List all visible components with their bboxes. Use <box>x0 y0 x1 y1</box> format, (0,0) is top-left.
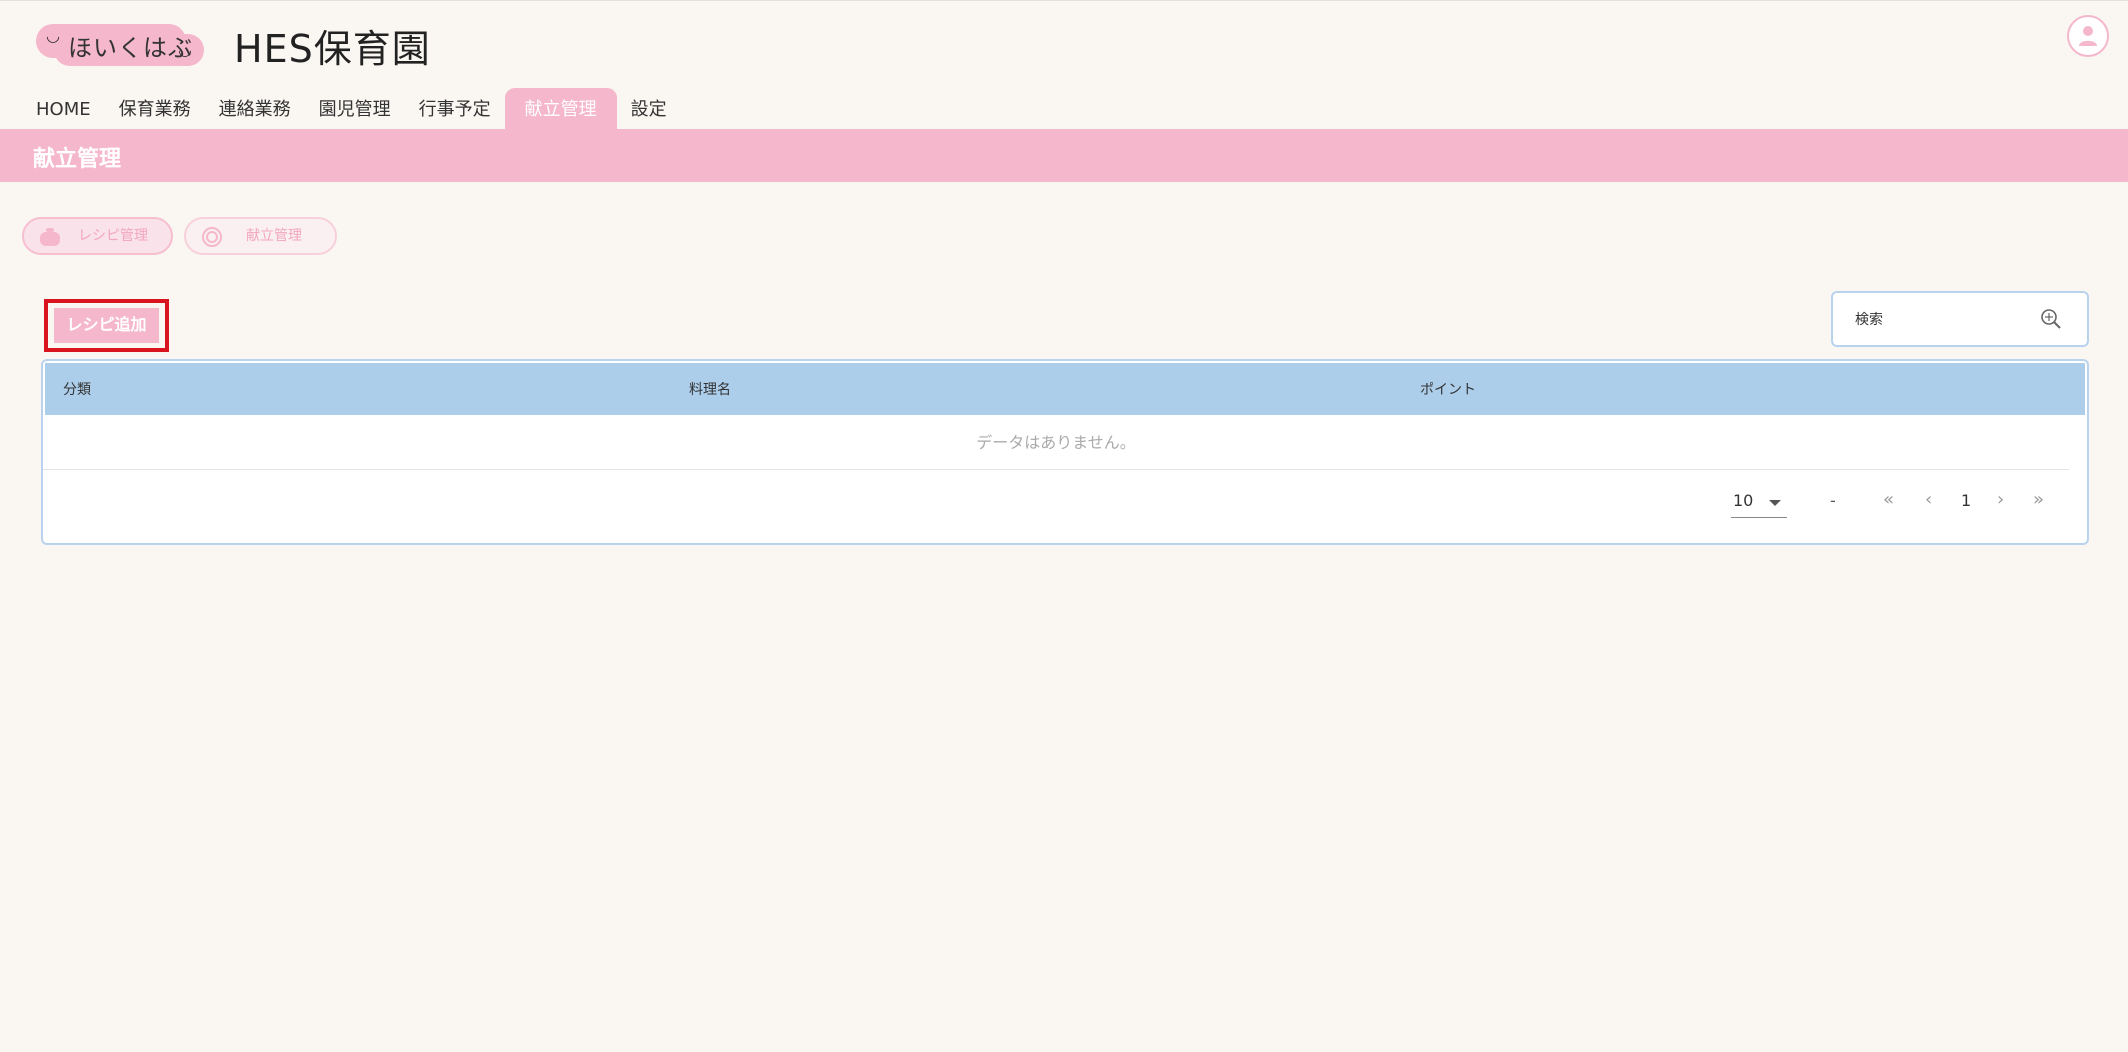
search-box <box>1831 291 2089 347</box>
search-input[interactable] <box>1853 307 2027 333</box>
logo-text: ほいくはぶ <box>68 34 193 62</box>
rows-per-page-value: 10 <box>1733 491 1754 510</box>
first-page-icon[interactable]: « <box>1883 489 1894 510</box>
page-range: - <box>1830 491 1836 510</box>
user-icon <box>2079 26 2097 46</box>
nav-item-children[interactable]: 園児管理 <box>305 88 405 130</box>
column-header-category[interactable]: 分類 <box>63 379 91 399</box>
current-page[interactable]: 1 <box>1961 491 1971 510</box>
search-icon[interactable] <box>2039 307 2063 331</box>
pot-icon <box>40 228 60 246</box>
next-page-icon[interactable]: › <box>1997 489 2004 510</box>
logo-smile-icon: ◡ <box>46 26 60 45</box>
nav-item-childcare[interactable]: 保育業務 <box>105 88 205 130</box>
table-header: 分類 料理名 ポイント <box>45 363 2085 415</box>
pagination: 10 - « ‹ 1 › » <box>43 469 2087 543</box>
recipe-table: 分類 料理名 ポイント データはありません。 10 - « ‹ 1 › » <box>41 359 2089 545</box>
site-title: HES保育園 <box>234 27 431 71</box>
column-header-dish-name[interactable]: 料理名 <box>689 379 731 399</box>
last-page-icon[interactable]: » <box>2033 489 2044 510</box>
tab-recipe-label: レシピ管理 <box>78 228 148 244</box>
page-banner: 献立管理 <box>0 129 2128 182</box>
logo[interactable]: ◡ ほいくはぶ ◡ <box>36 22 206 66</box>
nav-item-contact[interactable]: 連絡業務 <box>205 88 305 130</box>
top-border <box>0 0 2128 1</box>
add-recipe-highlight: レシピ追加 <box>44 299 169 352</box>
tab-recipe-management[interactable]: レシピ管理 <box>22 217 173 255</box>
nav-item-menu[interactable]: 献立管理 <box>504 88 617 130</box>
column-header-point[interactable]: ポイント <box>1420 379 1476 399</box>
tab-menu-management[interactable]: 献立管理 <box>184 217 337 255</box>
rows-per-page-select[interactable]: 10 <box>1731 487 1787 518</box>
plate-icon <box>202 227 222 247</box>
prev-page-icon[interactable]: ‹ <box>1925 489 1932 510</box>
tab-menu-label: 献立管理 <box>246 228 302 244</box>
logo-smile-icon: ◡ <box>178 40 192 59</box>
main-nav: HOME 保育業務 連絡業務 園児管理 行事予定 献立管理 設定 <box>22 88 681 130</box>
nav-item-settings[interactable]: 設定 <box>617 88 681 130</box>
nav-item-home[interactable]: HOME <box>22 88 105 130</box>
page-title: 献立管理 <box>33 147 122 172</box>
add-recipe-button[interactable]: レシピ追加 <box>54 308 159 343</box>
user-avatar[interactable] <box>2067 15 2109 57</box>
nav-item-events[interactable]: 行事予定 <box>405 88 505 130</box>
empty-message: データはありません。 <box>43 417 2069 470</box>
caret-down-icon <box>1769 500 1781 506</box>
